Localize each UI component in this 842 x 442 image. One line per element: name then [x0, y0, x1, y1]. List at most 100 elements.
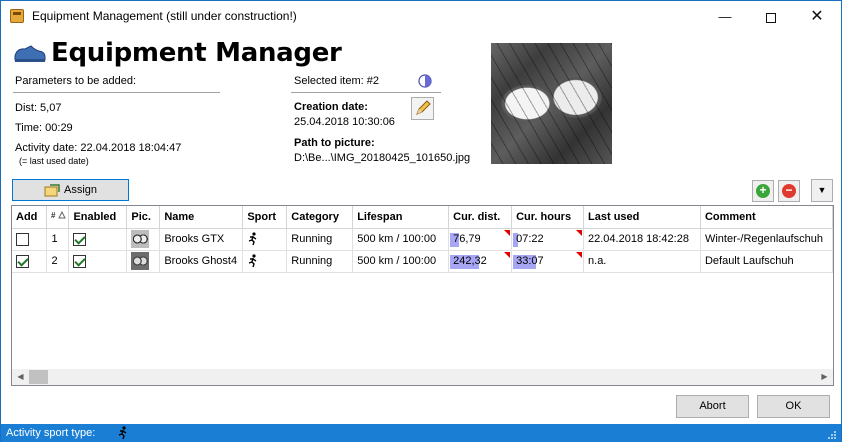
dist-value: 242,32	[453, 255, 487, 267]
runner-icon	[249, 254, 257, 268]
scroll-left-button[interactable]: ◀	[12, 369, 29, 385]
table-row[interactable]: 1 Brooks GTX Running 500 km / 100:00 76,…	[12, 228, 834, 251]
cell-category[interactable]: Running	[286, 228, 354, 251]
params-divider	[13, 92, 220, 93]
maximize-button[interactable]	[748, 1, 794, 32]
cell-name[interactable]: Brooks GTX	[159, 228, 244, 251]
modified-marker	[504, 229, 511, 236]
enabled-checkbox[interactable]	[73, 232, 87, 246]
equipment-grid: Add # Enabled Pic. Name Sport Category L…	[11, 205, 834, 386]
resize-grip-icon[interactable]	[827, 430, 837, 440]
sort-icon: #	[51, 211, 67, 220]
col-cur-dist[interactable]: Cur. dist.	[448, 206, 513, 229]
col-category[interactable]: Category	[286, 206, 354, 229]
col-name[interactable]: Name	[159, 206, 244, 229]
cell-pic	[126, 228, 161, 251]
cell-cur-hours[interactable]: 33:07	[511, 250, 585, 273]
ok-button[interactable]: OK	[757, 395, 830, 418]
half-circle-icon	[418, 74, 432, 88]
assign-icon	[44, 183, 60, 197]
cell-id: 2	[46, 250, 70, 273]
cell-cur-dist[interactable]: 242,32	[448, 250, 513, 273]
col-last-used[interactable]: Last used	[583, 206, 701, 229]
status-label: Activity sport type:	[6, 427, 96, 439]
col-add[interactable]: Add	[12, 206, 48, 229]
add-checkbox[interactable]	[16, 254, 29, 268]
cell-cur-dist[interactable]: 76,79	[448, 228, 513, 251]
equipment-table: Add # Enabled Pic. Name Sport Category L…	[12, 206, 834, 273]
abort-label: Abort	[699, 400, 726, 412]
hours-value: 33:07	[516, 255, 544, 267]
col-pic[interactable]: Pic.	[126, 206, 161, 229]
assign-label: Assign	[63, 184, 98, 196]
table-row[interactable]: 2 Brooks Ghost4 Running 500 km / 100:00	[12, 250, 834, 273]
status-bar: Activity sport type:	[1, 424, 841, 442]
modified-marker	[576, 229, 583, 236]
cell-lifespan[interactable]: 500 km / 100:00	[352, 228, 450, 251]
title-bar: Equipment Management (still under constr…	[1, 1, 841, 32]
app-icon	[10, 9, 24, 23]
table-header-row: Add # Enabled Pic. Name Sport Category L…	[12, 206, 834, 229]
remove-item-button[interactable]: −	[778, 180, 800, 202]
shoe-thumbnail	[131, 230, 150, 248]
pencil-icon	[416, 100, 431, 115]
window-title: Equipment Management (still under constr…	[32, 9, 297, 23]
runner-icon	[249, 232, 257, 246]
ok-label: OK	[785, 400, 802, 412]
scroll-right-button[interactable]: ▶	[816, 369, 833, 385]
cell-enabled[interactable]	[68, 228, 128, 251]
maximize-icon	[766, 12, 776, 23]
close-button[interactable]: ✕	[794, 1, 840, 32]
equipment-photo	[491, 43, 612, 164]
cell-name[interactable]: Brooks Ghost4	[159, 250, 244, 273]
window: Equipment Management (still under constr…	[0, 0, 842, 442]
param-time: Time: 00:29	[15, 122, 73, 134]
hours-value: 07:22	[516, 233, 544, 245]
params-heading: Parameters to be added:	[15, 75, 137, 87]
col-lifespan[interactable]: Lifespan	[352, 206, 450, 229]
param-hint: (= last used date)	[19, 156, 89, 166]
add-checkbox[interactable]	[16, 232, 29, 246]
cell-category[interactable]: Running	[286, 250, 354, 273]
cell-cur-hours[interactable]: 07:22	[511, 228, 585, 251]
path-value: D:\Be...\IMG_20180425_101650.jpg	[294, 152, 471, 164]
col-cur-hours[interactable]: Cur. hours	[511, 206, 585, 229]
add-item-button[interactable]: +	[752, 180, 774, 202]
col-sport[interactable]: Sport	[242, 206, 288, 229]
runner-icon	[118, 426, 127, 440]
cell-lifespan[interactable]: 500 km / 100:00	[352, 250, 450, 273]
col-id[interactable]: #	[46, 206, 70, 229]
plus-icon: +	[756, 184, 770, 198]
cell-comment[interactable]: Winter-/Regenlaufschuh	[700, 228, 834, 251]
cell-last-used[interactable]: n.a.	[583, 250, 701, 273]
enabled-checkbox[interactable]	[73, 254, 87, 268]
cell-last-used[interactable]: 22.04.2018 18:42:28	[583, 228, 701, 251]
creation-date-label: Creation date:	[294, 101, 368, 113]
scroll-thumb[interactable]	[29, 370, 48, 384]
cell-sport	[242, 250, 288, 273]
cell-enabled[interactable]	[68, 250, 128, 273]
options-dropdown-button[interactable]: ▼	[811, 179, 833, 202]
col-comment[interactable]: Comment	[700, 206, 834, 229]
cell-comment[interactable]: Default Laufschuh	[700, 250, 834, 273]
horizontal-scrollbar[interactable]: ◀ ▶	[12, 369, 833, 385]
selected-divider	[291, 92, 441, 93]
dist-value: 76,79	[453, 233, 481, 245]
cell-add[interactable]	[12, 250, 48, 273]
edit-button[interactable]	[411, 97, 434, 120]
cell-add[interactable]	[12, 228, 48, 251]
cell-sport	[242, 228, 288, 251]
creation-date-value: 25.04.2018 10:30:06	[294, 116, 395, 128]
col-enabled[interactable]: Enabled	[68, 206, 128, 229]
selected-item-label: Selected item: #2	[294, 75, 379, 87]
minimize-button[interactable]: —	[702, 1, 748, 32]
abort-button[interactable]: Abort	[676, 395, 749, 418]
modified-marker	[576, 251, 583, 258]
cell-id: 1	[46, 228, 70, 251]
modified-marker	[504, 251, 511, 258]
path-label: Path to picture:	[294, 137, 375, 149]
svg-text:#: #	[51, 211, 56, 220]
app-title: Equipment Manager	[51, 38, 342, 68]
assign-button[interactable]: Assign	[12, 179, 129, 201]
param-dist: Dist: 5,07	[15, 102, 62, 114]
